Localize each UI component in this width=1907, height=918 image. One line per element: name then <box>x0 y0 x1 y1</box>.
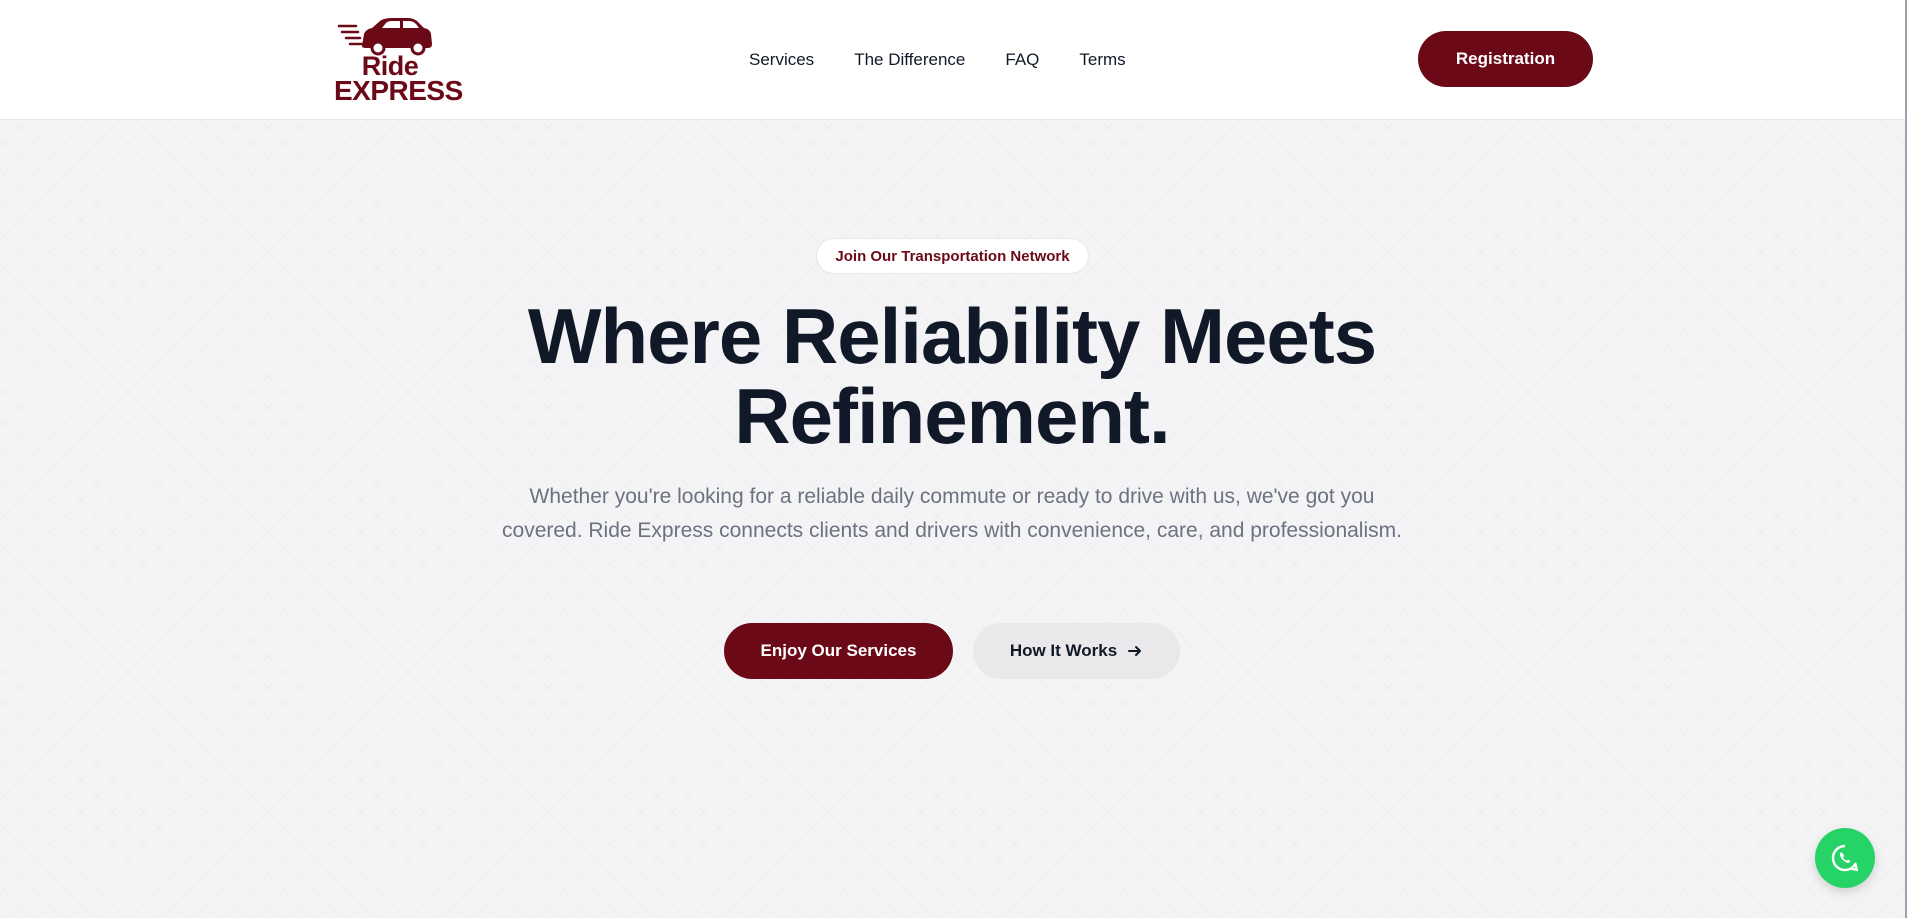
nav-link-terms[interactable]: Terms <box>1079 48 1125 72</box>
how-it-works-button[interactable]: How It Works <box>973 623 1180 679</box>
hero-section: Join Our Transportation Network Where Re… <box>0 120 1905 918</box>
main-nav: Services The Difference FAQ Terms <box>749 48 1126 72</box>
hero-subtitle: Whether you're looking for a reliable da… <box>502 485 1402 542</box>
nav-link-the-difference[interactable]: The Difference <box>854 48 965 72</box>
hero-title-line-2: Refinement. <box>734 372 1170 460</box>
whatsapp-icon <box>1831 844 1859 872</box>
enjoy-services-button[interactable]: Enjoy Our Services <box>724 623 953 679</box>
nav-link-services[interactable]: Services <box>749 48 814 72</box>
page: Ride EXPRESS Services The Difference FAQ… <box>0 0 1907 918</box>
registration-button[interactable]: Registration <box>1418 31 1593 87</box>
nav-link-faq[interactable]: FAQ <box>1005 48 1039 72</box>
arrow-right-icon <box>1127 643 1143 659</box>
site-header: Ride EXPRESS Services The Difference FAQ… <box>0 0 1905 120</box>
hero-badge: Join Our Transportation Network <box>816 238 1089 274</box>
hero-title-line-1: Where Reliability Meets <box>527 292 1377 380</box>
hero-title: Where Reliability Meets Refinement. <box>452 296 1452 456</box>
whatsapp-chat-button[interactable] <box>1815 828 1875 888</box>
car-icon <box>338 18 432 56</box>
how-it-works-label: How It Works <box>1009 641 1118 660</box>
logo-text-express: EXPRESS <box>334 75 463 106</box>
brand-logo[interactable]: Ride EXPRESS <box>334 12 463 106</box>
